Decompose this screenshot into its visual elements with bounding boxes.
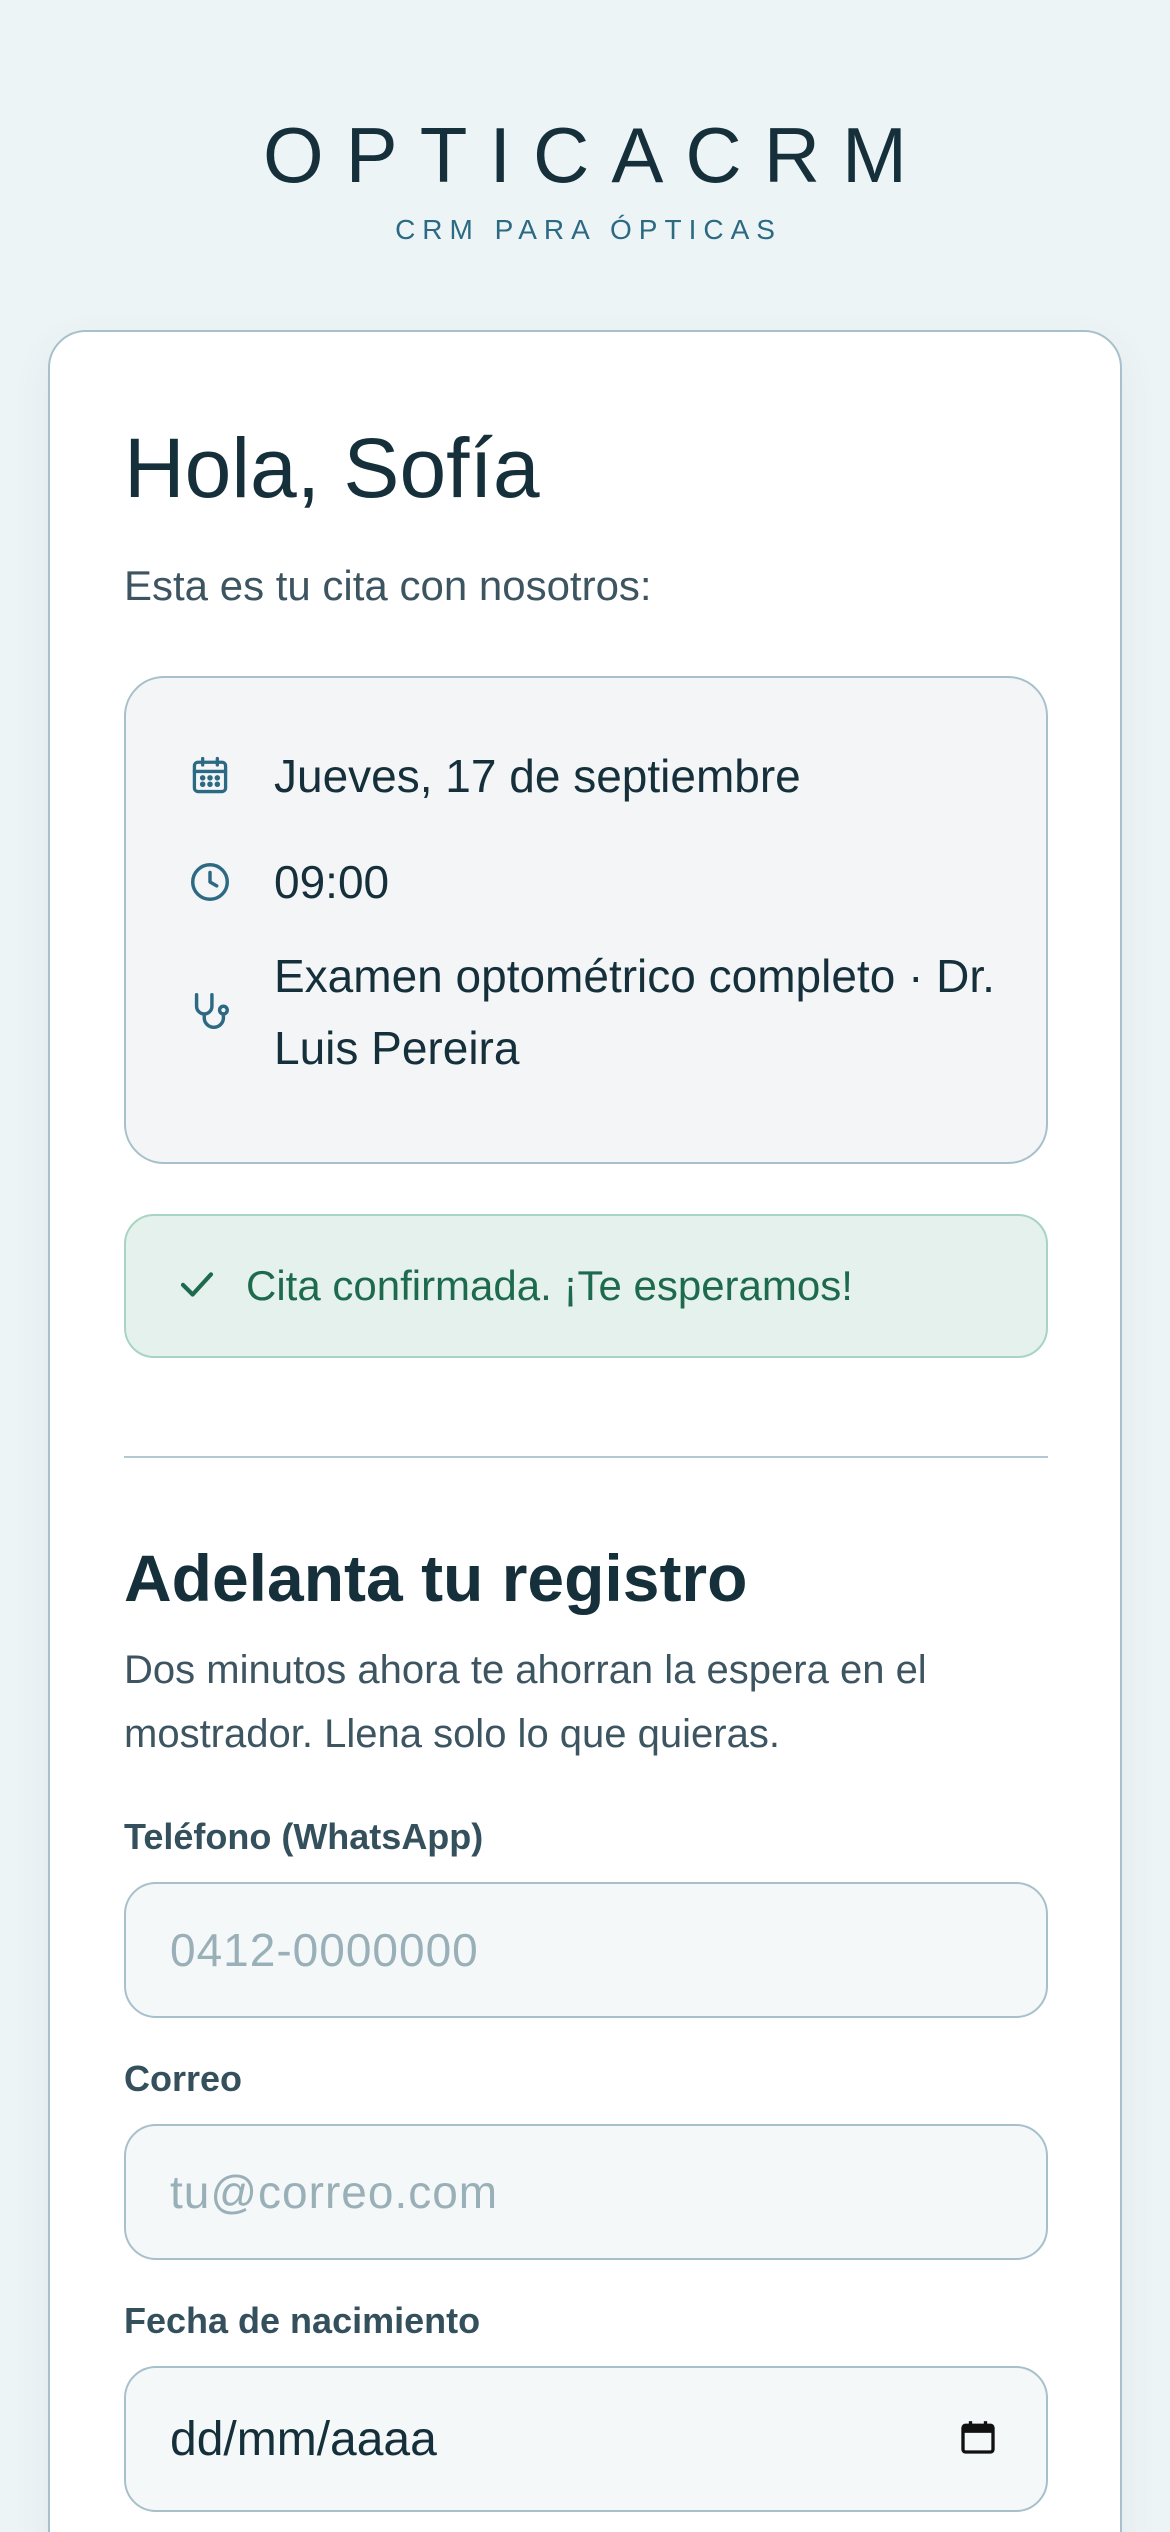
email-label: Correo (124, 2058, 243, 2099)
registration-title: Adelanta tu registro (124, 1541, 748, 1615)
section-divider (124, 1456, 1048, 1458)
check-icon (176, 1263, 218, 1310)
appointment-intro: Esta es tu cita con nosotros: (124, 562, 652, 609)
phone-field-wrapper (124, 1882, 1048, 2018)
birthdate-value: dd/mm/aaaa (170, 2412, 437, 2466)
appointment-service-row: Examen optométrico completo · Dr. Luis P… (186, 940, 1006, 1084)
birthdate-input[interactable]: dd/mm/aaaa (124, 2366, 1048, 2512)
brand-tagline: CRM PARA ÓPTICAS (395, 214, 782, 245)
calendar-picker-icon[interactable] (958, 2417, 998, 2462)
email-field-wrapper (124, 2124, 1048, 2260)
appointment-service: Examen optométrico completo · Dr. Luis P… (274, 950, 995, 1074)
registration-description: Dos minutos ahora te ahorran la espera e… (124, 1648, 927, 1756)
calendar-icon (186, 752, 234, 800)
clock-icon (186, 858, 234, 906)
confirmation-text: Cita confirmada. ¡Te esperamos! (246, 1262, 853, 1309)
stethoscope-icon (186, 988, 234, 1036)
brand-logo-text: OPTICACRM (263, 111, 929, 199)
appointment-card: Hola, Sofía Esta es tu cita con nosotros… (48, 330, 1122, 2532)
birthdate-label: Fecha de nacimiento (124, 2300, 481, 2341)
appointment-time-row: 09:00 (186, 846, 1006, 918)
phone-input[interactable] (170, 1923, 998, 1977)
greeting-title: Hola, Sofía (124, 421, 540, 515)
phone-label: Teléfono (WhatsApp) (124, 1816, 484, 1857)
appointment-details: Jueves, 17 de septiembre 09:00 Examen op… (124, 676, 1048, 1164)
confirmation-banner: Cita confirmada. ¡Te esperamos! (124, 1214, 1048, 1358)
appointment-date-row: Jueves, 17 de septiembre (186, 740, 1006, 812)
appointment-date: Jueves, 17 de septiembre (274, 750, 801, 802)
brand-header: OPTICACRM CRM PARA ÓPTICAS (0, 110, 1170, 246)
appointment-time: 09:00 (274, 856, 390, 908)
email-input[interactable] (170, 2165, 998, 2219)
